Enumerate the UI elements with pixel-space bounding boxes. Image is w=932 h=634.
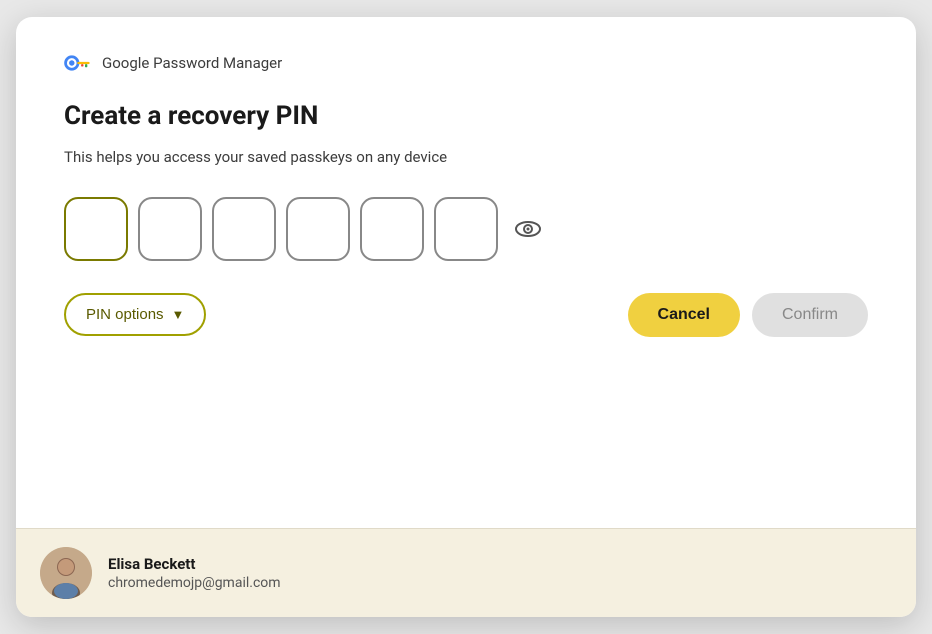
- avatar: [40, 547, 92, 599]
- confirm-button[interactable]: Confirm: [752, 293, 868, 337]
- right-buttons-group: Cancel Confirm: [628, 293, 868, 337]
- pin-box-5[interactable]: [360, 197, 424, 261]
- pin-options-button[interactable]: PIN options ▼: [64, 293, 206, 336]
- pin-box-3[interactable]: [212, 197, 276, 261]
- user-footer: Elisa Beckett chromedemojp@gmail.com: [16, 528, 916, 617]
- pin-options-label: PIN options: [86, 306, 164, 323]
- pin-box-6[interactable]: [434, 197, 498, 261]
- dialog-container: Google Password Manager Create a recover…: [16, 17, 916, 617]
- user-email: chromedemojp@gmail.com: [108, 575, 281, 591]
- app-name-label: Google Password Manager: [102, 54, 282, 72]
- toggle-visibility-icon[interactable]: [514, 218, 542, 240]
- pin-box-1[interactable]: [64, 197, 128, 261]
- user-name: Elisa Beckett: [108, 555, 281, 573]
- cancel-button[interactable]: Cancel: [628, 293, 740, 337]
- chevron-down-icon: ▼: [172, 307, 185, 322]
- pin-box-4[interactable]: [286, 197, 350, 261]
- google-key-icon: [64, 49, 92, 77]
- header-row: Google Password Manager: [64, 49, 868, 77]
- dialog-main-content: Google Password Manager Create a recover…: [16, 17, 916, 528]
- pin-input-row: [64, 197, 868, 261]
- dialog-description: This helps you access your saved passkey…: [64, 146, 868, 169]
- actions-row: PIN options ▼ Cancel Confirm: [64, 293, 868, 337]
- pin-box-2[interactable]: [138, 197, 202, 261]
- user-info: Elisa Beckett chromedemojp@gmail.com: [108, 555, 281, 591]
- dialog-title: Create a recovery PIN: [64, 101, 868, 132]
